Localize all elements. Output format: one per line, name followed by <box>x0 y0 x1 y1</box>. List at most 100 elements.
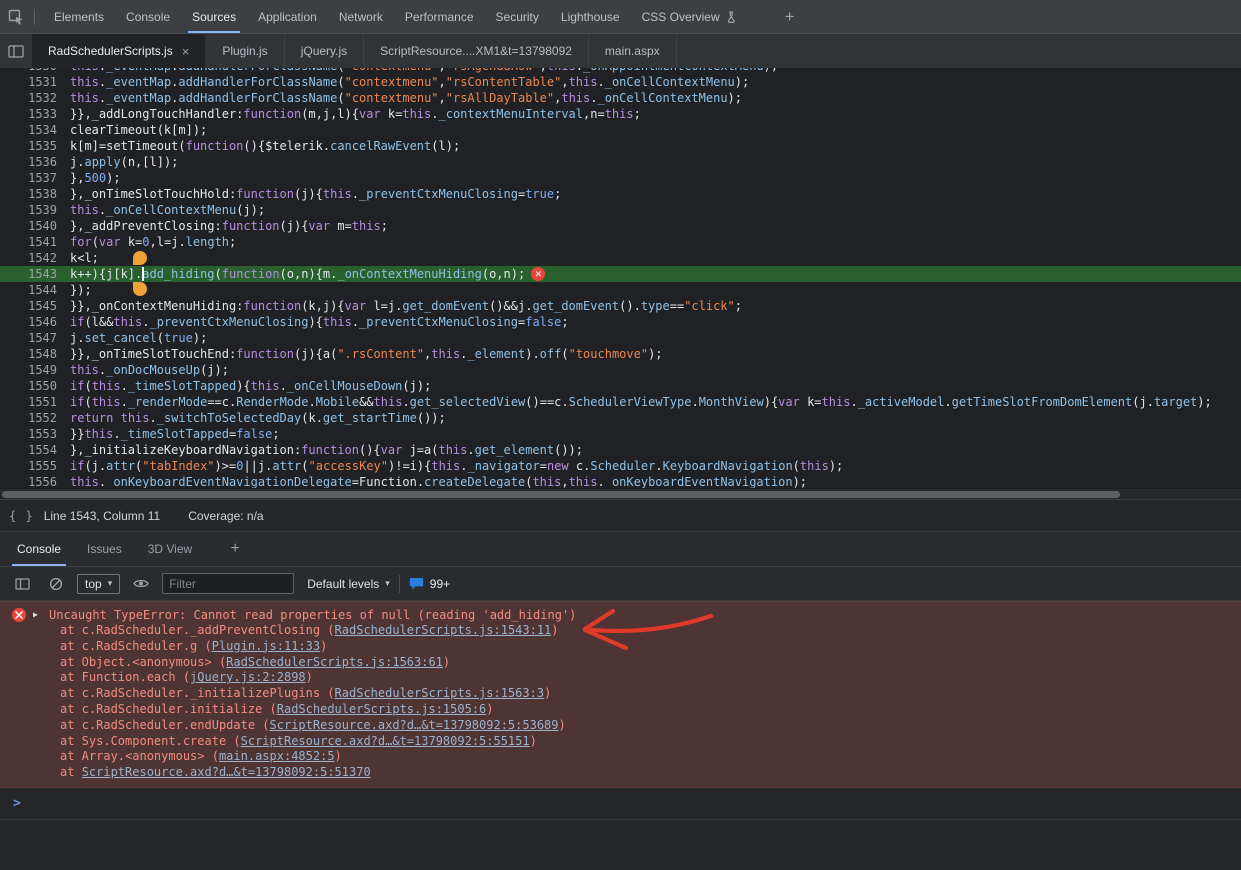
line-number[interactable]: 1536 <box>0 154 70 170</box>
tab-application[interactable]: Application <box>247 0 328 33</box>
line-number[interactable]: 1546 <box>0 314 70 330</box>
code-text[interactable]: }); <box>70 282 92 298</box>
tab-elements[interactable]: Elements <box>43 0 115 33</box>
tab-console[interactable]: Console <box>115 0 181 33</box>
line-number[interactable]: 1533 <box>0 106 70 122</box>
code-text[interactable]: },500); <box>70 170 121 186</box>
line-number[interactable]: 1531 <box>0 74 70 90</box>
line-number[interactable]: 1552 <box>0 410 70 426</box>
line-number[interactable]: 1555 <box>0 458 70 474</box>
toggle-navigator-icon[interactable] <box>0 34 32 68</box>
code-text[interactable]: clearTimeout(k[m]); <box>70 122 207 138</box>
tab-performance[interactable]: Performance <box>394 0 485 33</box>
tab-sources[interactable]: Sources <box>181 0 247 33</box>
log-levels-dropdown[interactable]: Default levels ▾ <box>307 577 390 591</box>
close-tab-icon[interactable]: × <box>182 45 190 58</box>
line-number[interactable]: 1541 <box>0 234 70 250</box>
line-number[interactable]: 1543 <box>0 266 70 282</box>
code-text[interactable]: },_onTimeSlotTouchHold:function(j){this.… <box>70 186 561 202</box>
stack-link[interactable]: ScriptResource.axd?d…&t=13798092:5:51370 <box>82 765 371 779</box>
code-text[interactable]: if(l&&this._preventCtxMenuClosing){this.… <box>70 314 569 330</box>
line-number[interactable]: 1539 <box>0 202 70 218</box>
scrollbar-thumb[interactable] <box>2 491 1120 498</box>
selection-handle-top[interactable] <box>133 251 147 265</box>
context-selector[interactable]: top ▾ <box>77 574 120 594</box>
stack-link[interactable]: RadSchedulerScripts.js:1543:11 <box>335 623 552 637</box>
stack-link[interactable]: RadSchedulerScripts.js:1505:6 <box>277 702 487 716</box>
code-text[interactable]: if(this._renderMode==c.RenderMode.Mobile… <box>70 394 1212 410</box>
code-text[interactable]: for(var k=0,l=j.length; <box>70 234 236 250</box>
code-text[interactable]: k<l; <box>70 250 99 266</box>
stack-link[interactable]: jQuery.js:2:2898 <box>190 670 306 684</box>
line-number[interactable]: 1551 <box>0 394 70 410</box>
drawer-tab-3d-view[interactable]: 3D View <box>135 532 205 566</box>
expand-triangle-icon[interactable]: ▶ <box>33 607 42 623</box>
code-text[interactable]: this._onDocMouseUp(j); <box>70 362 229 378</box>
add-panel-button[interactable]: + <box>775 0 805 33</box>
line-number[interactable]: 1545 <box>0 298 70 314</box>
code-text[interactable]: if(this._timeSlotTapped){this._onCellMou… <box>70 378 431 394</box>
line-number[interactable]: 1550 <box>0 378 70 394</box>
line-number[interactable]: 1535 <box>0 138 70 154</box>
clear-console-icon[interactable] <box>44 577 68 591</box>
line-number[interactable]: 1537 <box>0 170 70 186</box>
file-tab-jquery-js[interactable]: jQuery.js <box>285 34 364 68</box>
code-text[interactable]: k++){j[k].add_hiding(function(o,n){m._on… <box>70 266 525 282</box>
code-text[interactable]: },_addPreventClosing:function(j){var m=t… <box>70 218 388 234</box>
line-number[interactable]: 1549 <box>0 362 70 378</box>
code-text[interactable]: }},_addLongTouchHandler:function(m,j,l){… <box>70 106 641 122</box>
line-number[interactable]: 1556 <box>0 474 70 488</box>
file-tab-plugin-js[interactable]: Plugin.js <box>206 34 284 68</box>
code-editor[interactable]: 1530this._eventMap.addHandlerForClassNam… <box>0 68 1241 488</box>
code-text[interactable]: }},_onContextMenuHiding:function(k,j){va… <box>70 298 742 314</box>
code-text[interactable]: this._eventMap.addHandlerForClassName("c… <box>70 74 749 90</box>
pretty-print-icon[interactable]: { } <box>9 509 34 523</box>
selection-handle-bottom[interactable] <box>133 282 147 296</box>
tab-security[interactable]: Security <box>485 0 550 33</box>
line-number[interactable]: 1540 <box>0 218 70 234</box>
stack-link[interactable]: ScriptResource.axd?d…&t=13798092:5:55151 <box>241 734 530 748</box>
stack-link[interactable]: RadSchedulerScripts.js:1563:3 <box>335 686 545 700</box>
line-number[interactable]: 1554 <box>0 442 70 458</box>
line-number[interactable]: 1534 <box>0 122 70 138</box>
code-text[interactable]: this._onKeyboardEventNavigationDelegate=… <box>70 474 807 488</box>
tab-lighthouse[interactable]: Lighthouse <box>550 0 631 33</box>
live-expression-eye-icon[interactable] <box>129 578 153 589</box>
code-text[interactable]: j.set_cancel(true); <box>70 330 207 346</box>
stack-link[interactable]: main.aspx:4852:5 <box>219 749 335 763</box>
inspect-element-icon[interactable] <box>0 0 32 33</box>
stack-text: ) <box>544 686 551 700</box>
tab-network[interactable]: Network <box>328 0 394 33</box>
code-text[interactable]: if(j.attr("tabIndex")>=0||j.attr("access… <box>70 458 843 474</box>
code-text[interactable]: }},_onTimeSlotTouchEnd:function(j){a(".r… <box>70 346 663 362</box>
drawer-tab-console[interactable]: Console <box>4 532 74 566</box>
line-number[interactable]: 1538 <box>0 186 70 202</box>
code-text[interactable]: return this._switchToSelectedDay(k.get_s… <box>70 410 446 426</box>
issues-counter[interactable]: 99+ <box>409 577 450 591</box>
code-text[interactable]: }}this._timeSlotTapped=false; <box>70 426 280 442</box>
console-sidebar-icon[interactable] <box>9 578 35 590</box>
code-text[interactable]: this._eventMap.addHandlerForClassName("c… <box>70 90 742 106</box>
code-text[interactable]: k[m]=setTimeout(function(){$telerik.canc… <box>70 138 460 154</box>
file-tab-scriptresource-xm1-t-13798092[interactable]: ScriptResource....XM1&t=13798092 <box>364 34 589 68</box>
line-number[interactable]: 1548 <box>0 346 70 362</box>
tab-css-overview[interactable]: CSS Overview <box>631 0 749 33</box>
line-number[interactable]: 1542 <box>0 250 70 266</box>
code-text[interactable]: this._onCellContextMenu(j); <box>70 202 265 218</box>
console-prompt[interactable]: > <box>0 788 1241 820</box>
file-tab-main-aspx[interactable]: main.aspx <box>589 34 677 68</box>
console-filter-input[interactable] <box>162 573 294 594</box>
line-number[interactable]: 1547 <box>0 330 70 346</box>
drawer-tab-issues[interactable]: Issues <box>74 532 135 566</box>
horizontal-scrollbar[interactable] <box>0 488 1241 499</box>
add-drawer-tab-button[interactable]: + <box>221 532 249 566</box>
stack-link[interactable]: Plugin.js:11:33 <box>212 639 320 653</box>
file-tab-radschedulerscripts-js[interactable]: RadSchedulerScripts.js× <box>32 34 206 68</box>
line-number[interactable]: 1532 <box>0 90 70 106</box>
stack-link[interactable]: RadSchedulerScripts.js:1563:61 <box>226 655 443 669</box>
code-text[interactable]: },_initializeKeyboardNavigation:function… <box>70 442 583 458</box>
stack-link[interactable]: ScriptResource.axd?d…&t=13798092:5:53689 <box>270 718 559 732</box>
line-number[interactable]: 1553 <box>0 426 70 442</box>
line-number[interactable]: 1544 <box>0 282 70 298</box>
code-text[interactable]: j.apply(n,[l]); <box>70 154 178 170</box>
